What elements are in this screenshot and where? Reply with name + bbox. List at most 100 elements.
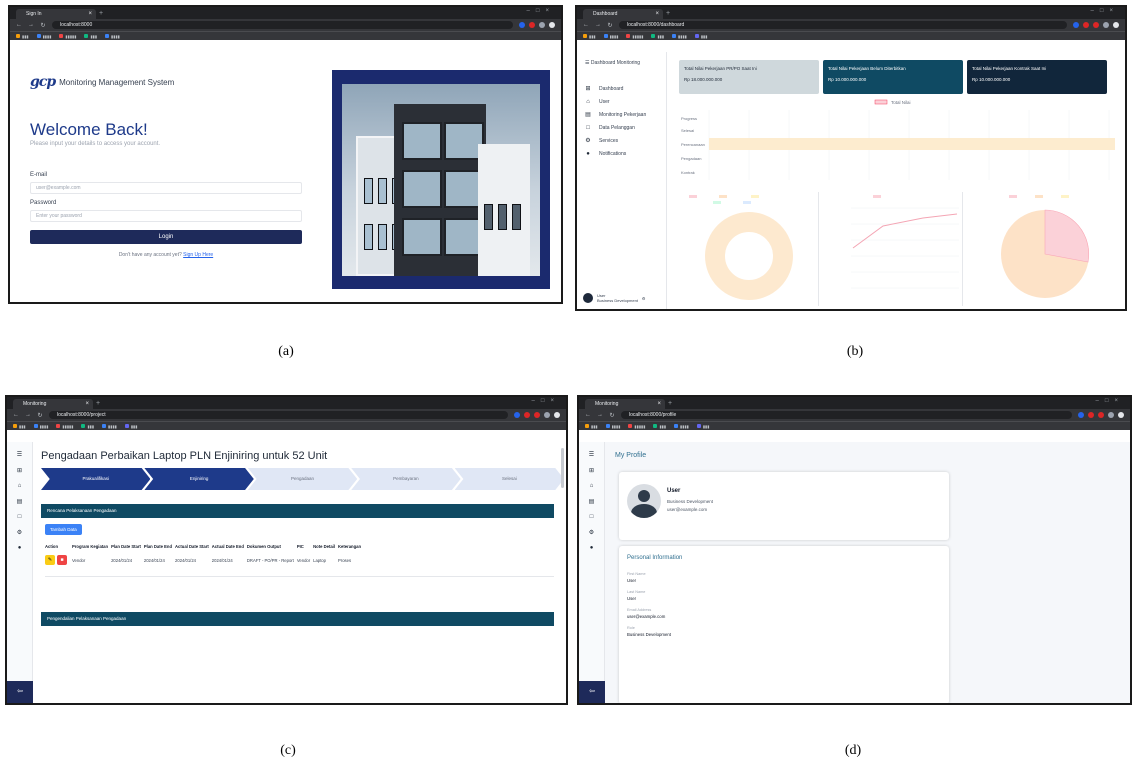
edit-icon[interactable]: ✎ bbox=[45, 555, 55, 565]
back-icon[interactable]: ← bbox=[583, 22, 589, 28]
table-cell: Laptop bbox=[313, 557, 326, 563]
forward-icon[interactable]: → bbox=[25, 412, 31, 418]
address-bar[interactable]: localhost:8000/project bbox=[49, 411, 508, 419]
new-tab-icon[interactable]: + bbox=[99, 9, 103, 19]
scrollbar[interactable] bbox=[561, 448, 564, 488]
tick-label: Progress bbox=[681, 116, 697, 121]
list-icon[interactable]: ▤ bbox=[7, 498, 32, 505]
extension-icons[interactable] bbox=[519, 22, 555, 28]
caption-d: (d) bbox=[844, 743, 862, 758]
document-icon: □ bbox=[586, 124, 590, 131]
step-item[interactable]: Pembayaran bbox=[351, 468, 461, 490]
step-item[interactable]: Pengadaan bbox=[247, 468, 358, 490]
user-icon[interactable]: ⌂ bbox=[7, 483, 32, 489]
window-controls[interactable]: –□× bbox=[527, 8, 555, 14]
sidebar-brand[interactable]: ☰ Dashboard Monitoring bbox=[585, 60, 640, 66]
close-icon[interactable]: × bbox=[655, 9, 659, 19]
delete-icon[interactable]: ■ bbox=[57, 555, 67, 565]
new-tab-icon[interactable]: + bbox=[96, 399, 100, 409]
menu-icon[interactable]: ☰ bbox=[7, 451, 32, 458]
close-icon[interactable]: × bbox=[85, 399, 89, 409]
card-value: Rp 18.000.000.000 bbox=[684, 77, 723, 82]
bell-icon[interactable]: ● bbox=[579, 545, 604, 551]
bookmarks-bar[interactable]: ▮▮▮ ▮▮▮▮ ▮▮▮▮▮ ▮▮▮ ▮▮▮▮ ▮▮▮ bbox=[7, 421, 566, 430]
step-item[interactable]: Prakualifikasi bbox=[41, 468, 151, 490]
extension-icons[interactable] bbox=[514, 412, 560, 418]
page-viewport: ☰ ⊞ ⌂ ▤ □ ⚙ ● ⇦ Pengadaan Perbaikan Lapt… bbox=[7, 442, 566, 703]
bar bbox=[709, 138, 1115, 150]
browser-tab[interactable]: Dashboard × bbox=[583, 9, 663, 19]
document-icon[interactable]: □ bbox=[7, 514, 32, 520]
user-icon: ⌂ bbox=[586, 98, 590, 105]
extension-icons[interactable] bbox=[1073, 22, 1119, 28]
gear-icon[interactable]: ⚙ bbox=[7, 529, 32, 536]
settings-icon[interactable]: ⚙ bbox=[642, 296, 646, 301]
gear-icon[interactable]: ⚙ bbox=[579, 529, 604, 536]
close-icon[interactable]: × bbox=[88, 9, 92, 19]
login-button[interactable]: Login bbox=[30, 230, 302, 244]
reload-icon[interactable]: ↻ bbox=[607, 22, 613, 29]
sidebar-user[interactable]: User Business Development ⚙ bbox=[583, 293, 646, 303]
bell-icon[interactable]: ● bbox=[7, 545, 32, 551]
list-icon[interactable]: ▤ bbox=[579, 498, 604, 505]
step-item[interactable]: Selesai bbox=[454, 468, 565, 490]
password-field[interactable]: Enter your password bbox=[30, 210, 302, 222]
browser-tab[interactable]: Monitoring × bbox=[13, 399, 93, 409]
sidebar-brand-label: Dashboard Monitoring bbox=[590, 60, 641, 66]
new-tab-icon[interactable]: + bbox=[666, 9, 670, 19]
login-screenshot: Sign In × + –□× ← → ↻ localhost:8000 ▮▮▮ ▮… bbox=[8, 5, 563, 304]
bookmarks-bar[interactable]: ▮▮▮ ▮▮▮▮ ▮▮▮▮▮ ▮▮▮ ▮▮▮▮ ▮▮▮ bbox=[579, 421, 1130, 430]
hero-image-frame bbox=[332, 70, 550, 289]
dashboard-icon[interactable]: ⊞ bbox=[579, 467, 604, 474]
sidebar-item-services[interactable]: ⚙ Services bbox=[585, 134, 646, 147]
card-value: Rp 10.000.000.000 bbox=[828, 77, 867, 82]
sidebar-item-dashboard[interactable]: ⊞ Dashboard bbox=[585, 82, 646, 95]
browser-tab[interactable]: Monitoring × bbox=[585, 399, 665, 409]
table-cell: 2024/01/24 bbox=[175, 557, 196, 563]
bookmarks-bar[interactable]: ▮▮▮ ▮▮▮▮ ▮▮▮▮▮ ▮▮▮ ▮▮▮▮ ▮▮▮ bbox=[577, 31, 1125, 40]
sidebar-item-monitoring[interactable]: ▤ Monitoring Pekerjaan bbox=[585, 108, 646, 121]
reload-icon[interactable]: ↻ bbox=[37, 412, 43, 419]
back-icon[interactable]: ← bbox=[585, 412, 591, 418]
logout-icon[interactable]: ⇦ bbox=[7, 681, 33, 703]
sidebar-item-notifications[interactable]: ● Notifications bbox=[585, 147, 646, 160]
legend-swatches bbox=[1009, 195, 1069, 198]
forward-icon[interactable]: → bbox=[28, 22, 34, 28]
window-controls[interactable]: –□× bbox=[1091, 8, 1119, 14]
dashboard-icon[interactable]: ⊞ bbox=[7, 467, 32, 474]
section-title: Personal Information bbox=[627, 555, 683, 561]
window-controls[interactable]: –□× bbox=[1096, 398, 1124, 404]
page-viewport: ☰ Dashboard Monitoring ⊞ Dashboard ⌂ User … bbox=[577, 52, 1125, 309]
step-item[interactable]: Enjiniring bbox=[144, 468, 254, 490]
reload-icon[interactable]: ↻ bbox=[609, 412, 615, 419]
browser-tab[interactable]: Sign In × bbox=[16, 9, 96, 19]
back-icon[interactable]: ← bbox=[16, 22, 22, 28]
bookmarks-bar[interactable]: ▮▮▮ ▮▮▮▮ ▮▮▮▮▮ ▮▮▮ ▮▮▮▮ bbox=[10, 31, 561, 40]
pie-slice bbox=[1044, 209, 1089, 263]
close-icon[interactable]: × bbox=[657, 399, 661, 409]
address-bar[interactable]: localhost:8000/profile bbox=[621, 411, 1072, 419]
sidebar-item-user[interactable]: ⌂ User bbox=[585, 95, 646, 108]
sidebar-item-pelanggan[interactable]: □ Data Pelanggan bbox=[585, 121, 646, 134]
field-value: user@example.com bbox=[627, 614, 666, 619]
email-field[interactable]: user@example.com bbox=[30, 182, 302, 194]
address-bar[interactable]: localhost:8000 bbox=[52, 21, 513, 29]
forward-icon[interactable]: → bbox=[597, 412, 603, 418]
field-label: Role bbox=[627, 626, 635, 630]
reload-icon[interactable]: ↻ bbox=[40, 22, 46, 29]
user-icon[interactable]: ⌂ bbox=[579, 483, 604, 489]
address-bar[interactable]: localhost:8000/dashboard bbox=[619, 21, 1067, 29]
window-controls[interactable]: –□× bbox=[532, 398, 560, 404]
signup-link[interactable]: Sign Up Here bbox=[183, 252, 213, 258]
column-header: Program Kegiatan bbox=[72, 544, 109, 549]
new-tab-icon[interactable]: + bbox=[668, 399, 672, 409]
browser-chrome: Monitoring × + –□× ← → ↻ localhost:8000/p… bbox=[7, 397, 566, 430]
back-icon[interactable]: ← bbox=[13, 412, 19, 418]
document-link[interactable]: DRAFT - PO/PR - Report bbox=[247, 553, 297, 567]
document-icon[interactable]: □ bbox=[579, 514, 604, 520]
add-data-button[interactable]: Tambah Data bbox=[45, 524, 82, 535]
forward-icon[interactable]: → bbox=[595, 22, 601, 28]
menu-icon[interactable]: ☰ bbox=[579, 451, 604, 458]
logout-icon[interactable]: ⇦ bbox=[579, 681, 605, 703]
extension-icons[interactable] bbox=[1078, 412, 1124, 418]
